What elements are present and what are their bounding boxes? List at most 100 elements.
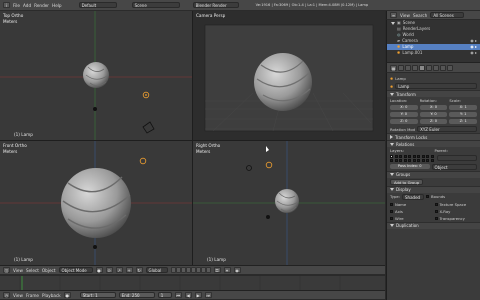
panel-transform-locks-header[interactable]: Transform Locks [387, 133, 480, 140]
menu-add[interactable]: Add [23, 3, 31, 8]
scale-z-field[interactable]: Z: 1 [449, 119, 478, 124]
viewport-unit: Meters [3, 19, 18, 24]
menu-timeline-view[interactable]: View [13, 293, 23, 298]
layer-button[interactable] [180, 267, 186, 273]
snap-icon[interactable]: ⌖ [223, 267, 231, 273]
menu-view[interactable]: View [13, 268, 23, 273]
properties-panel: ✺ Lamp ✺ Lamp Transform Location: Rotati… [386, 73, 480, 300]
panel-groups-header[interactable]: Groups [387, 170, 480, 178]
outliner-item-lamp001[interactable]: ✺ Lamp.001 ◉ ▸ [387, 50, 480, 56]
view3d-editor-icon[interactable]: ◫ [3, 267, 10, 273]
texture-space-checkbox[interactable] [434, 202, 438, 206]
layer-button[interactable] [200, 267, 206, 273]
tab-data[interactable] [433, 64, 439, 71]
menu-select[interactable]: Select [26, 268, 39, 273]
bounds-checkbox[interactable] [426, 195, 429, 198]
layer-grid[interactable] [390, 155, 435, 162]
menu-file[interactable]: File [13, 3, 20, 8]
viewport-camera-persp[interactable]: Camera Persp [193, 11, 385, 140]
rotation-mode-select[interactable]: XYZ Euler [417, 126, 477, 132]
orientation-select[interactable]: Global [145, 267, 168, 273]
tab-object[interactable] [419, 64, 425, 71]
rotation-x-field[interactable]: X: 0 [419, 105, 448, 110]
record-icon[interactable]: ● [63, 292, 71, 298]
name-checkbox[interactable] [390, 202, 393, 206]
axis-checkbox[interactable] [390, 209, 393, 213]
menu-frame[interactable]: Frame [26, 293, 39, 298]
timeline-area[interactable] [0, 276, 385, 290]
layer-button[interactable] [175, 267, 181, 273]
viewport-front-ortho[interactable]: Front Ortho Meters (1) Lamp [0, 141, 192, 265]
editor-type-icon[interactable]: i [3, 2, 10, 8]
expand-icon[interactable] [391, 21, 395, 25]
transparency-checkbox[interactable] [434, 216, 438, 220]
rotation-z-field[interactable]: Z: 0 [419, 119, 448, 124]
screen-selector[interactable]: Default [78, 2, 117, 8]
menu-playback[interactable]: Playback [42, 293, 61, 298]
rotation-mode-label: Rotation Mod [390, 126, 416, 132]
layer-button[interactable] [170, 267, 176, 273]
tab-material[interactable] [440, 64, 446, 71]
menu-object[interactable]: Object [42, 268, 56, 273]
tab-scene[interactable] [405, 64, 411, 71]
tab-texture[interactable] [447, 64, 453, 71]
scale-y-field[interactable]: Y: 1 [449, 112, 478, 117]
outliner-menu-search[interactable]: Search [413, 13, 427, 18]
object-name-field[interactable]: Lamp [395, 83, 477, 89]
rotation-y-field[interactable]: Y: 0 [419, 112, 448, 117]
render-engine-select[interactable]: Blender Render [192, 2, 239, 8]
translate-icon[interactable]: + [125, 267, 133, 273]
visibility-eye-icon[interactable]: ◉ ▸ [470, 50, 477, 56]
viewport-splitter-vertical[interactable] [192, 11, 193, 265]
viewport-splitter-horizontal[interactable] [0, 140, 385, 141]
start-frame-field[interactable]: Start: 1 [79, 292, 116, 298]
parent-field[interactable] [436, 155, 477, 162]
pivot-icon[interactable]: ⊙ [105, 267, 113, 273]
jump-start-icon[interactable]: ⏮ [174, 292, 182, 298]
panel-transform-header[interactable]: Transform [387, 90, 480, 97]
scale-x-field[interactable]: X: 1 [449, 105, 478, 110]
lock-icon[interactable]: ⚿ [213, 267, 221, 273]
layer-button[interactable] [185, 267, 191, 273]
layer-button[interactable] [205, 267, 211, 273]
tab-world[interactable] [412, 64, 418, 71]
shading-icon[interactable]: ● [95, 267, 103, 273]
location-z-field[interactable]: Z: 0 [390, 119, 418, 124]
wire-checkbox[interactable] [390, 216, 393, 220]
display-type-select[interactable]: Shaded [402, 193, 424, 200]
panel-relations-header[interactable]: Relations [387, 140, 480, 147]
menu-help[interactable]: Help [52, 3, 62, 8]
mode-selector[interactable]: Object Mode [58, 267, 93, 273]
jump-end-icon[interactable]: ⏭ [204, 292, 212, 298]
timeline-editor-icon[interactable]: ◷ [3, 292, 10, 298]
panel-duplication-header[interactable]: Duplication [387, 221, 480, 229]
layer-button[interactable] [195, 267, 201, 273]
outliner-filter-select[interactable]: All Scenes [430, 12, 465, 18]
current-frame-field[interactable]: 1 [157, 292, 172, 298]
tab-render[interactable] [398, 64, 404, 71]
scene-selector[interactable]: Scene [131, 2, 180, 8]
viewport-right-ortho[interactable]: Right Ortho Meters (1) Lamp [193, 141, 385, 265]
tab-constraints[interactable] [426, 64, 432, 71]
location-x-field[interactable]: X: 0 [390, 105, 418, 110]
timeline-ruler [19, 276, 341, 290]
manipulator-icon[interactable]: ↗ [115, 267, 123, 273]
end-frame-field[interactable]: End: 250 [118, 292, 155, 298]
parent-type-select[interactable]: Object [431, 163, 477, 170]
menu-render[interactable]: Render [34, 3, 49, 8]
play-icon[interactable]: ▶ [194, 292, 202, 298]
pass-index-field[interactable]: Pass Index: 0 [390, 164, 430, 169]
outliner-menu-view[interactable]: View [400, 13, 410, 18]
panel-title: Transform Locks [395, 134, 428, 140]
rotate-icon[interactable]: ↻ [135, 267, 143, 273]
viewport-top-ortho[interactable]: Top Ortho Meters (1) Lamp [0, 11, 192, 140]
panel-display-header[interactable]: Display [387, 185, 480, 193]
properties-editor-icon[interactable]: ▦ [390, 64, 397, 71]
play-reverse-icon[interactable]: ◀ [184, 292, 192, 298]
xray-checkbox[interactable] [434, 209, 438, 213]
location-y-field[interactable]: Y: 0 [390, 112, 418, 117]
add-to-group-button[interactable]: Add to Group [390, 178, 424, 185]
layer-button[interactable] [190, 267, 196, 273]
outliner-editor-icon[interactable]: ≡ [390, 12, 397, 18]
render-preview-icon[interactable]: ◉ [233, 267, 241, 273]
